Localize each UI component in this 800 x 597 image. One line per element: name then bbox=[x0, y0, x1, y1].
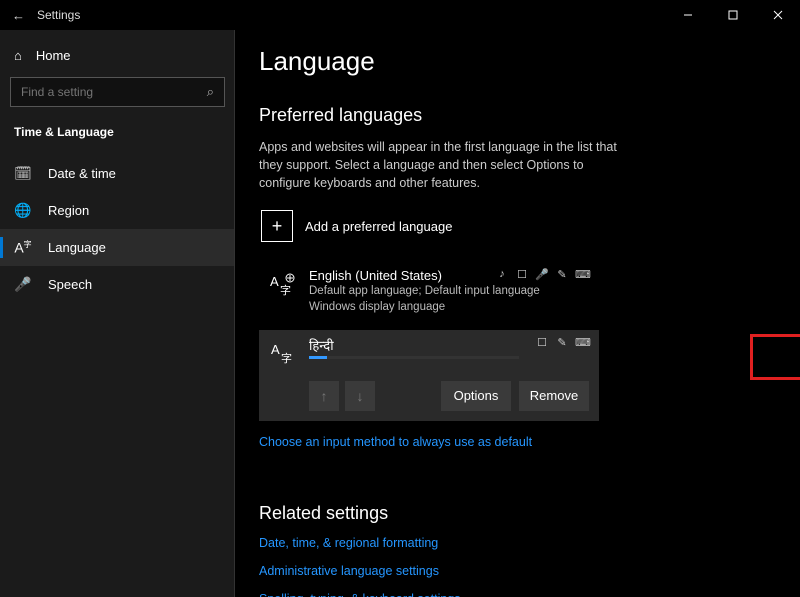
display-icon: ☐ bbox=[515, 268, 529, 281]
home-icon: ⌂ bbox=[14, 48, 22, 63]
language-subtitle: Windows display language bbox=[309, 299, 589, 315]
keyboard-icon: ⌨ bbox=[575, 336, 589, 349]
sidebar-item-language[interactable]: A字 Language bbox=[0, 229, 235, 266]
back-icon[interactable]: ← bbox=[12, 8, 25, 23]
page-title: Language bbox=[259, 46, 780, 77]
content-pane: Language Preferred languages Apps and we… bbox=[235, 30, 800, 597]
remove-button[interactable]: Remove bbox=[519, 381, 589, 411]
move-down-button[interactable]: ↓ bbox=[345, 381, 375, 411]
svg-text:字: 字 bbox=[281, 351, 292, 364]
region-icon: 🌐 bbox=[14, 202, 32, 219]
add-language-label: Add a preferred language bbox=[305, 219, 452, 234]
sidebar: ⌂ Home ⌕ Time & Language 🗓 Date & time 🌐… bbox=[0, 30, 235, 597]
sidebar-item-speech[interactable]: 🎤 Speech bbox=[0, 266, 235, 303]
sidebar-item-label: Speech bbox=[48, 277, 92, 292]
language-glyph-icon: A字 bbox=[269, 270, 297, 298]
move-up-button[interactable]: ↑ bbox=[309, 381, 339, 411]
preferred-languages-heading: Preferred languages bbox=[259, 105, 780, 126]
options-button[interactable]: Options bbox=[441, 381, 511, 411]
maximize-button[interactable] bbox=[710, 0, 755, 30]
keyboard-icon: ⌨ bbox=[575, 268, 589, 281]
titlebar: ← Settings bbox=[0, 0, 800, 30]
handwriting-icon: ✎ bbox=[555, 268, 569, 281]
related-link-date-time[interactable]: Date, time, & regional formatting bbox=[259, 536, 780, 550]
add-language-button[interactable]: + Add a preferred language bbox=[259, 206, 599, 246]
search-input[interactable]: ⌕ bbox=[10, 77, 225, 107]
input-method-link[interactable]: Choose an input method to always use as … bbox=[259, 435, 780, 449]
speech-recog-icon: 🎤 bbox=[535, 268, 549, 281]
sidebar-item-label: Region bbox=[48, 203, 89, 218]
svg-text:A: A bbox=[271, 342, 280, 357]
preferred-languages-desc: Apps and websites will appear in the fir… bbox=[259, 138, 629, 192]
related-settings-heading: Related settings bbox=[259, 503, 780, 524]
home-label: Home bbox=[36, 48, 71, 63]
svg-text:字: 字 bbox=[280, 283, 291, 296]
sidebar-item-region[interactable]: 🌐 Region bbox=[0, 192, 235, 229]
sidebar-item-date-time[interactable]: 🗓 Date & time bbox=[0, 155, 235, 192]
handwriting-icon: ✎ bbox=[555, 336, 569, 349]
svg-text:A: A bbox=[270, 274, 279, 289]
plus-icon: + bbox=[261, 210, 293, 242]
sidebar-item-label: Language bbox=[48, 240, 106, 255]
annotation-highlight bbox=[750, 334, 800, 380]
related-link-admin[interactable]: Administrative language settings bbox=[259, 564, 780, 578]
search-icon: ⌕ bbox=[207, 84, 214, 100]
date-icon: 🗓 bbox=[14, 165, 32, 182]
related-link-spelling[interactable]: Spelling, typing, & keyboard settings bbox=[259, 592, 780, 597]
download-progress bbox=[309, 356, 519, 359]
sidebar-item-label: Date & time bbox=[48, 166, 116, 181]
minimize-button[interactable] bbox=[665, 0, 710, 30]
language-card-english[interactable]: A字 English (United States) Default app l… bbox=[259, 262, 599, 321]
search-field[interactable] bbox=[21, 85, 207, 99]
home-button[interactable]: ⌂ Home bbox=[0, 42, 235, 77]
display-icon: ☐ bbox=[535, 336, 549, 349]
sidebar-group-header: Time & Language bbox=[0, 121, 235, 155]
language-feature-icons: ♪ ☐ 🎤 ✎ ⌨ bbox=[495, 268, 589, 281]
language-subtitle: Default app language; Default input lang… bbox=[309, 283, 589, 299]
language-glyph-icon: A字 bbox=[269, 338, 297, 366]
language-card-hindi[interactable]: A字 हिन्दी ↑ ↓ Options Remove bbox=[259, 330, 599, 421]
close-button[interactable] bbox=[755, 0, 800, 30]
speech-icon: 🎤 bbox=[14, 276, 32, 293]
tts-icon: ♪ bbox=[495, 268, 509, 281]
window-title: Settings bbox=[37, 8, 80, 22]
language-icon: A字 bbox=[14, 239, 32, 256]
language-feature-icons: ☐ ✎ ⌨ bbox=[535, 336, 589, 349]
